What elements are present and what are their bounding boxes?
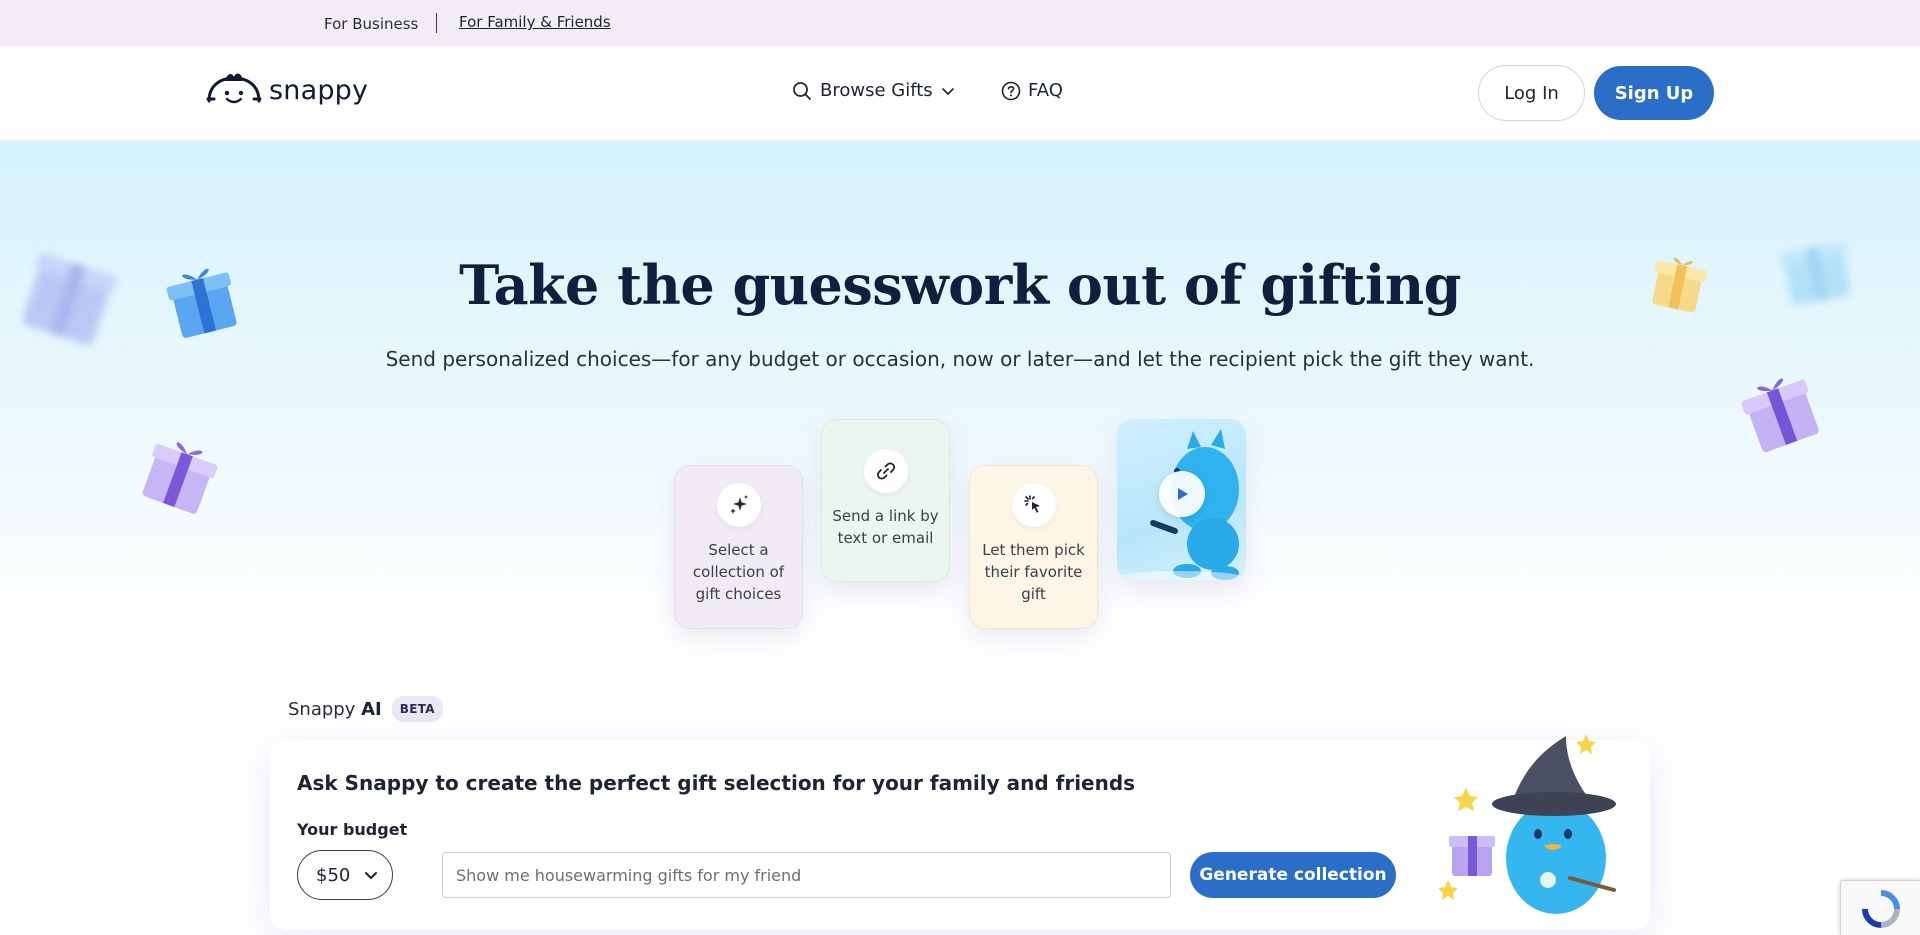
faq-link[interactable]: FAQ	[1001, 80, 1063, 101]
play-button[interactable]	[1159, 471, 1205, 517]
gift-box-icon	[1741, 378, 1819, 453]
logo-wordmark: snappy	[269, 74, 369, 106]
site-header: snappy Browse Gifts FAQ Log In Sign Up	[0, 46, 1920, 141]
for-business-link[interactable]: For Business	[324, 15, 418, 33]
play-icon	[1178, 488, 1188, 500]
budget-label: Your budget	[297, 820, 408, 839]
ai-panel-title: Ask Snappy to create the perfect gift se…	[297, 771, 1136, 795]
hero-section: Take the guesswork out of gifting Send p…	[0, 141, 1920, 935]
browse-gifts-label: Browse Gifts	[820, 80, 933, 101]
log-in-button[interactable]: Log In	[1478, 65, 1585, 121]
chevron-down-icon	[941, 87, 954, 95]
step-text: Let them pick their favorite gift	[982, 541, 1085, 603]
budget-select[interactable]: $50	[297, 850, 393, 900]
sign-up-button[interactable]: Sign Up	[1594, 66, 1714, 120]
step-text: Select a collection of gift choices	[692, 541, 785, 603]
gift-prompt-input[interactable]	[442, 852, 1171, 898]
divider	[436, 13, 437, 33]
generate-collection-button[interactable]: Generate collection	[1190, 852, 1396, 898]
beta-badge: BETA	[391, 696, 443, 722]
ai-word: AI	[361, 698, 382, 720]
cursor-click-icon	[1023, 495, 1040, 513]
wizard-mascot-illustration	[1438, 734, 1616, 914]
recaptcha-badge[interactable]	[1840, 880, 1920, 935]
chevron-down-icon	[365, 872, 377, 879]
snappy-logo[interactable]: snappy	[205, 70, 368, 110]
ai-brand: Snappy	[288, 698, 356, 720]
for-family-friends-link[interactable]: For Family & Friends	[459, 13, 611, 31]
step-card-select: Select a collection of gift choices	[674, 465, 803, 629]
hero-subtitle: Send personalized choices—for any budget…	[385, 347, 1535, 371]
step-card-send-link: Send a link by text or email	[821, 419, 950, 582]
recaptcha-icon	[1862, 890, 1900, 928]
hero-title: Take the guesswork out of gifting	[459, 253, 1461, 317]
step-text: Send a link by text or email	[832, 507, 939, 547]
ai-gift-panel: Ask Snappy to create the perfect gift se…	[270, 734, 1650, 930]
video-thumbnail[interactable]	[1117, 419, 1246, 580]
budget-value: $50	[316, 864, 351, 886]
snappy-ai-label: Snappy AI BETA	[288, 696, 443, 722]
step-card-pick: Let them pick their favorite gift	[969, 465, 1098, 629]
snappy-mascot-icon	[206, 73, 262, 104]
browse-gifts-menu[interactable]: Browse Gifts	[792, 80, 955, 101]
audience-switcher: For Business For Family & Friends	[0, 0, 1920, 46]
gift-box-icon	[142, 442, 218, 514]
search-icon	[793, 81, 811, 100]
link-icon	[876, 462, 895, 480]
sparkles-icon	[729, 495, 748, 514]
question-circle-icon	[1001, 81, 1021, 100]
faq-label: FAQ	[1028, 80, 1063, 101]
